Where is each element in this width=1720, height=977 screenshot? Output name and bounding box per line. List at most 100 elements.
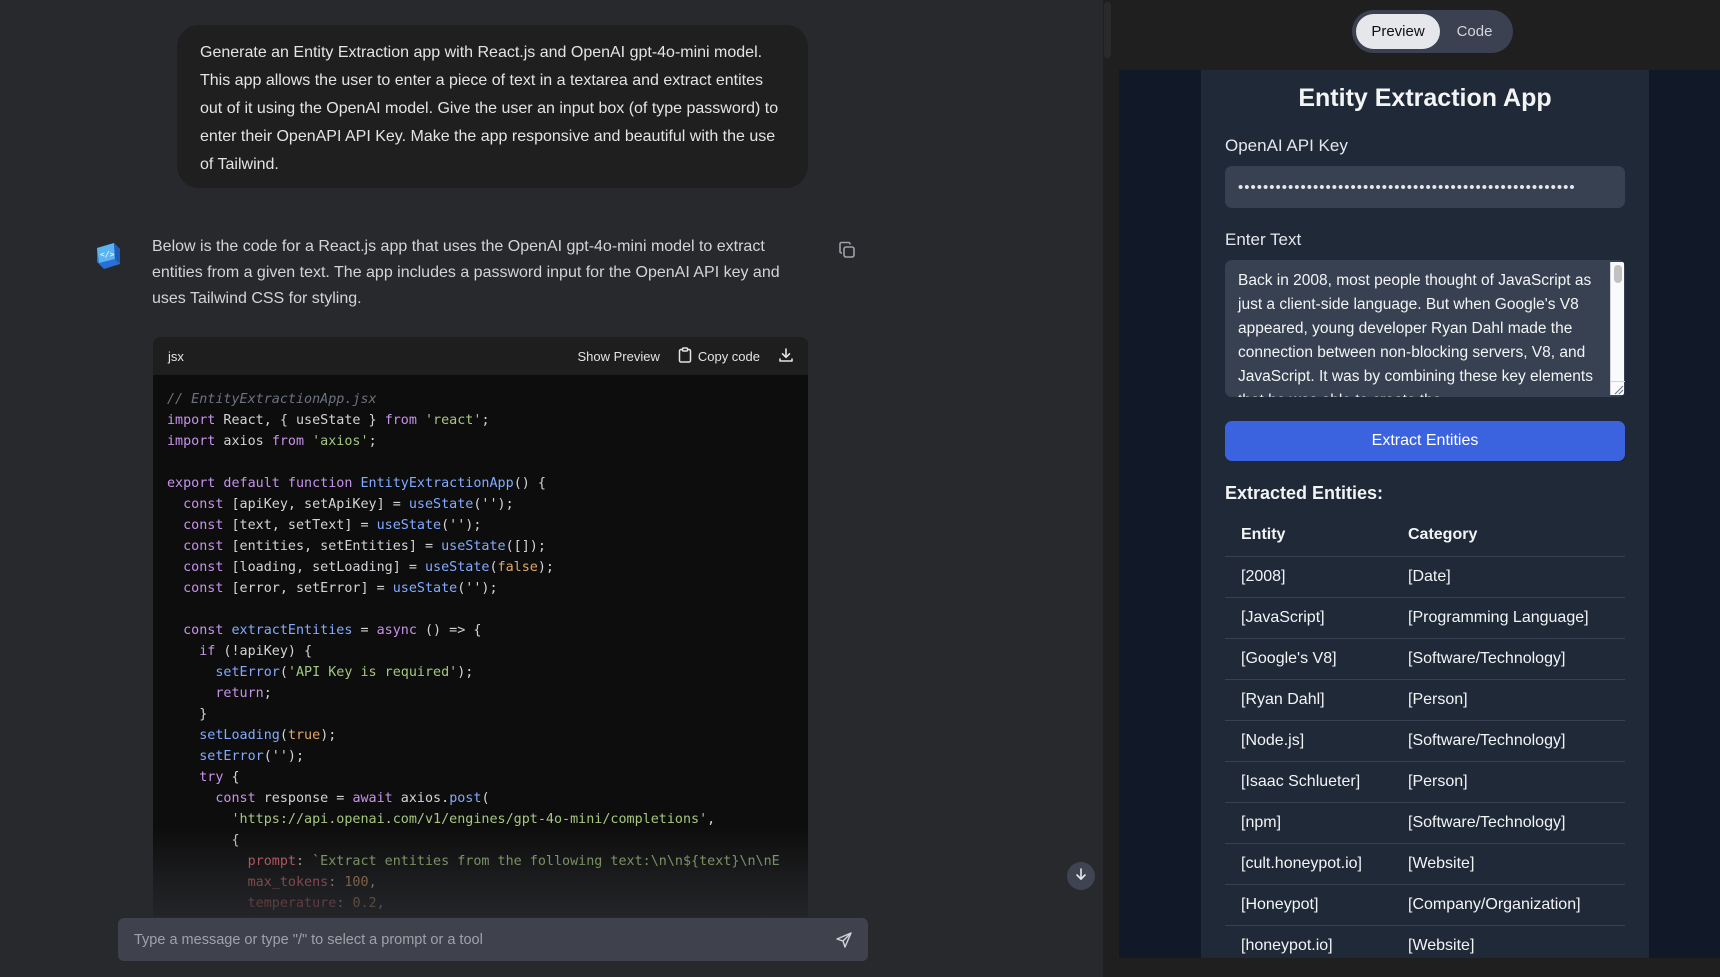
preview-panel: Preview Code Entity Extraction App OpenA… <box>1112 0 1720 977</box>
code-token: () { <box>513 476 546 491</box>
text-input-value[interactable]: Back in 2008, most people thought of Jav… <box>1225 260 1625 397</box>
code-line: import React, { useState } from 'react'; <box>167 410 808 431</box>
show-preview-button[interactable]: Show Preview <box>577 349 659 364</box>
code-token: const <box>183 539 224 554</box>
code-token: (''); <box>473 497 514 512</box>
tab-code[interactable]: Code <box>1440 14 1509 49</box>
entity-cell: [Isaac Schlueter] <box>1225 760 1392 802</box>
resize-handle-icon[interactable] <box>1611 381 1625 395</box>
table-row: [Node.js] [Software/Technology] <box>1225 719 1625 761</box>
code-token: [text, setText] = <box>223 518 377 533</box>
assistant-message: Below is the code for a React.js app tha… <box>152 238 780 307</box>
scroll-to-bottom-button[interactable] <box>1067 862 1095 890</box>
code-token: post <box>449 791 482 806</box>
code-line: // EntityExtractionApp.jsx <box>167 389 808 410</box>
text-label: Enter Text <box>1225 230 1302 249</box>
code-token: 100 <box>344 875 369 890</box>
code-token: async <box>376 623 417 638</box>
category-cell: [Software/Technology] <box>1392 637 1625 679</box>
code-token: true <box>287 728 321 743</box>
code-token: `Extract entities from the following tex… <box>312 854 780 869</box>
code-line: } <box>167 704 808 725</box>
text-input-area[interactable]: Back in 2008, most people thought of Jav… <box>1225 260 1625 397</box>
table-row: [Isaac Schlueter] [Person] <box>1225 760 1625 802</box>
table-row: [honeypot.io] [Website] <box>1225 924 1625 958</box>
code-line: const [loading, setLoading] = useState(f… <box>167 557 808 578</box>
code-token: const <box>183 581 224 596</box>
code-token: [apiKey, setApiKey] = <box>223 497 409 512</box>
code-token: false <box>497 560 538 575</box>
message-input-box <box>118 918 868 961</box>
entity-cell: [Node.js] <box>1225 719 1392 761</box>
code-token: return <box>215 686 264 701</box>
chat-scrollbar-thumb[interactable] <box>1104 2 1111 58</box>
textarea-scrollbar[interactable] <box>1610 262 1625 395</box>
user-message: Generate an Entity Extraction app with R… <box>177 25 808 188</box>
code-token: [loading, setLoading] = <box>223 560 425 575</box>
table-row: [Google's V8] [Software/Technology] <box>1225 637 1625 679</box>
chat-scrollbar[interactable] <box>1103 0 1112 977</box>
code-token: (''); <box>263 749 305 764</box>
code-line: const [text, setText] = useState(''); <box>167 515 808 536</box>
preview-frame: Entity Extraction App OpenAI API Key Ent… <box>1119 70 1720 958</box>
message-input[interactable] <box>134 931 834 948</box>
copy-icon[interactable] <box>837 240 857 260</box>
code-line: const [error, setError] = useState(''); <box>167 578 808 599</box>
code-token: useState <box>392 581 458 596</box>
code-token: extractEntities <box>231 623 353 638</box>
entity-cell: [honeypot.io] <box>1225 924 1392 958</box>
code-token: useState <box>408 497 474 512</box>
table-row: [2008] [Date] <box>1225 555 1625 597</box>
api-key-label: OpenAI API Key <box>1225 136 1348 155</box>
code-token: const <box>183 497 224 512</box>
category-cell: [Programming Language] <box>1392 596 1625 638</box>
arrow-down-icon <box>1074 867 1088 886</box>
download-button[interactable] <box>778 347 794 366</box>
code-token: ; <box>263 686 272 701</box>
entities-table-body: [2008] [Date] [JavaScript] [Programming Lan… <box>1225 555 1625 958</box>
code-line: return; <box>167 683 808 704</box>
extract-entities-button[interactable]: Extract Entities <box>1225 421 1625 461</box>
code-token: const <box>183 623 224 638</box>
column-header-entity: Entity <box>1241 526 1286 544</box>
category-cell: [Person] <box>1392 678 1625 720</box>
category-cell: [Website] <box>1392 842 1625 884</box>
category-cell: [Website] <box>1392 924 1625 958</box>
code-line: const extractEntities = async () => { <box>167 620 808 641</box>
code-token: : <box>328 875 345 890</box>
code-line: try { <box>167 767 808 788</box>
app-title: Entity Extraction App <box>1298 84 1552 112</box>
table-row: [npm] [Software/Technology] <box>1225 801 1625 843</box>
textarea-scrollbar-thumb[interactable] <box>1614 265 1622 283</box>
send-icon[interactable] <box>834 930 854 950</box>
code-token: setError <box>215 665 280 680</box>
tab-preview[interactable]: Preview <box>1356 14 1440 49</box>
code-token: useState <box>441 539 506 554</box>
code-content: // EntityExtractionApp.jsx import React, … <box>153 375 808 914</box>
code-token: from <box>271 434 305 449</box>
app-card: Entity Extraction App OpenAI API Key Ent… <box>1201 70 1649 958</box>
code-token: 0.2 <box>352 896 377 911</box>
code-language: jsx <box>168 348 184 364</box>
code-token: , <box>368 875 377 890</box>
api-key-input[interactable] <box>1225 166 1625 208</box>
code-token: ); <box>537 560 554 575</box>
svg-text:</>: </> <box>100 250 115 259</box>
code-token: // EntityExtractionApp.jsx <box>167 392 377 407</box>
code-line: setLoading(true); <box>167 725 808 746</box>
code-token: , <box>376 896 385 911</box>
entities-table: Entity Category [2008] [Date] [JavaScript]… <box>1225 515 1625 958</box>
copy-code-button[interactable]: Copy code <box>678 346 760 366</box>
code-token: ; <box>481 413 490 428</box>
table-row: [Honeypot] [Company/Organization] <box>1225 883 1625 925</box>
code-token: React, { useState } <box>215 413 385 428</box>
code-token: 'axios' <box>312 434 369 449</box>
code-line: export default function EntityExtraction… <box>167 473 808 494</box>
code-block-header: jsx Show Preview Copy code <box>153 337 808 375</box>
